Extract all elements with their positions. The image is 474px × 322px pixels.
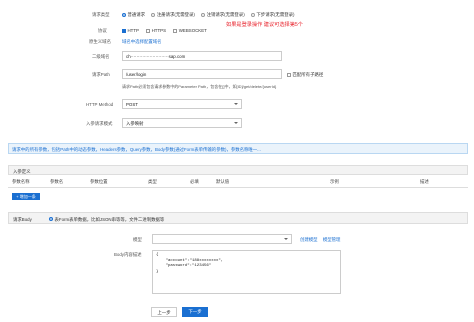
model-links: 创建模型 模型管理 xyxy=(300,237,340,243)
params-table-header: 参数名称 参数名 参数位置 类型 必填 默认值 示例 描述 xyxy=(8,179,468,187)
body-label: 请求Body xyxy=(13,216,32,222)
col-param: 参数名 xyxy=(50,179,64,184)
col-param-name: 参数名称 xyxy=(12,179,30,184)
body-panel-header: 请求Body 表Form表单数据，比如JSON串等等，文件二进制数据等 xyxy=(8,212,468,224)
http-method-label: HTTP Method xyxy=(86,102,114,107)
protocol-http[interactable]: HTTP xyxy=(122,28,139,33)
param-mode-label: 入参请求模式 xyxy=(86,121,113,126)
request-type-label: 请求类型 xyxy=(92,12,110,17)
http-method-select[interactable]: POST xyxy=(122,99,242,109)
radio-icon xyxy=(151,12,156,17)
protocol-websocket[interactable]: WEBSOCKET xyxy=(173,28,207,33)
domain-label: 二级域名 xyxy=(92,54,110,59)
prev-step-button[interactable]: 上一步 xyxy=(151,307,177,317)
info-banner: 请求中的所有参数，包括Path中的动态参数，Headers参数，Query参数，… xyxy=(8,143,468,154)
request-type-option-next[interactable]: 下步请求(无需登录) xyxy=(250,12,294,17)
body-desc-label: Body内容描述 xyxy=(114,252,142,257)
path-input[interactable]: /user/login xyxy=(122,69,282,79)
chevron-down-icon xyxy=(284,238,288,240)
body-line: } xyxy=(156,269,159,274)
domain-input[interactable]: ch··························sap.com xyxy=(122,51,282,61)
col-position: 参数位置 xyxy=(90,179,108,184)
domain-config-link[interactable]: 域名中选择配置域名 xyxy=(122,39,162,45)
radio-icon xyxy=(250,12,255,17)
manage-model-link[interactable]: 模型管理 xyxy=(323,237,341,242)
path-hint: 请求Path必须包含请求参数中的Parameter Path，包含在[]中，如[… xyxy=(122,84,277,89)
params-panel-title: 入参定义 xyxy=(13,168,31,174)
http-method-value: POST xyxy=(126,102,138,107)
info-banner-text: 请求中的所有参数，包括Path中的动态参数，Headers参数，Query参数，… xyxy=(12,146,261,152)
col-description: 描述 xyxy=(420,179,429,184)
protocol-label: 协议 xyxy=(98,28,107,33)
domain-hint-label: 原生义域名 xyxy=(89,39,111,44)
divider xyxy=(8,187,468,188)
param-mode-value: 入参映射 xyxy=(126,121,144,126)
protocol-https[interactable]: HTTPS xyxy=(146,28,166,33)
col-default: 默认值 xyxy=(216,179,230,184)
checkbox-icon xyxy=(122,28,126,33)
create-model-link[interactable]: 创建模型 xyxy=(300,237,318,242)
request-type-option-logout[interactable]: 注销请求(无需登录) xyxy=(201,12,245,17)
request-type-option-normal[interactable]: 普通请求 xyxy=(122,12,145,17)
protocol-options: HTTP HTTPS WEBSOCKET xyxy=(122,28,207,33)
radio-icon xyxy=(122,12,126,17)
radio-icon xyxy=(49,217,53,222)
chevron-down-icon xyxy=(234,103,238,105)
request-type-options: 普通请求 注册请求(无需登录) 注销请求(无需登录) 下步请求(无需登录) xyxy=(122,12,294,18)
params-panel-header: 入参定义 xyxy=(8,165,468,175)
next-step-button[interactable]: 下一步 xyxy=(182,307,208,317)
model-select[interactable] xyxy=(152,234,292,244)
checkbox-icon xyxy=(287,72,291,77)
body-option[interactable]: 表Form表单数据，比如JSON串等等，文件二进制数据等 xyxy=(49,217,164,223)
model-label: 模型 xyxy=(133,237,142,242)
checkbox-icon xyxy=(173,28,178,33)
match-subpath-toggle[interactable]: 匹配所有子路径 xyxy=(287,72,323,78)
col-example: 示例 xyxy=(330,179,339,184)
checkbox-icon xyxy=(146,28,151,33)
body-content-textarea[interactable]: { "account":"188xxxxxxxx", "password":"1… xyxy=(152,250,341,294)
col-required: 必填 xyxy=(190,179,199,184)
radio-icon xyxy=(201,12,206,17)
param-mode-select[interactable]: 入参映射 xyxy=(122,118,242,128)
login-warning-note: 如果是登录操作 建议可选择第5个 xyxy=(226,22,303,28)
add-param-button[interactable]: + 增加一条 xyxy=(12,193,40,200)
request-type-option-register[interactable]: 注册请求(无需登录) xyxy=(151,12,195,17)
col-type: 类型 xyxy=(148,179,157,184)
path-label: 请求Path xyxy=(92,72,110,77)
chevron-down-icon xyxy=(234,122,238,124)
